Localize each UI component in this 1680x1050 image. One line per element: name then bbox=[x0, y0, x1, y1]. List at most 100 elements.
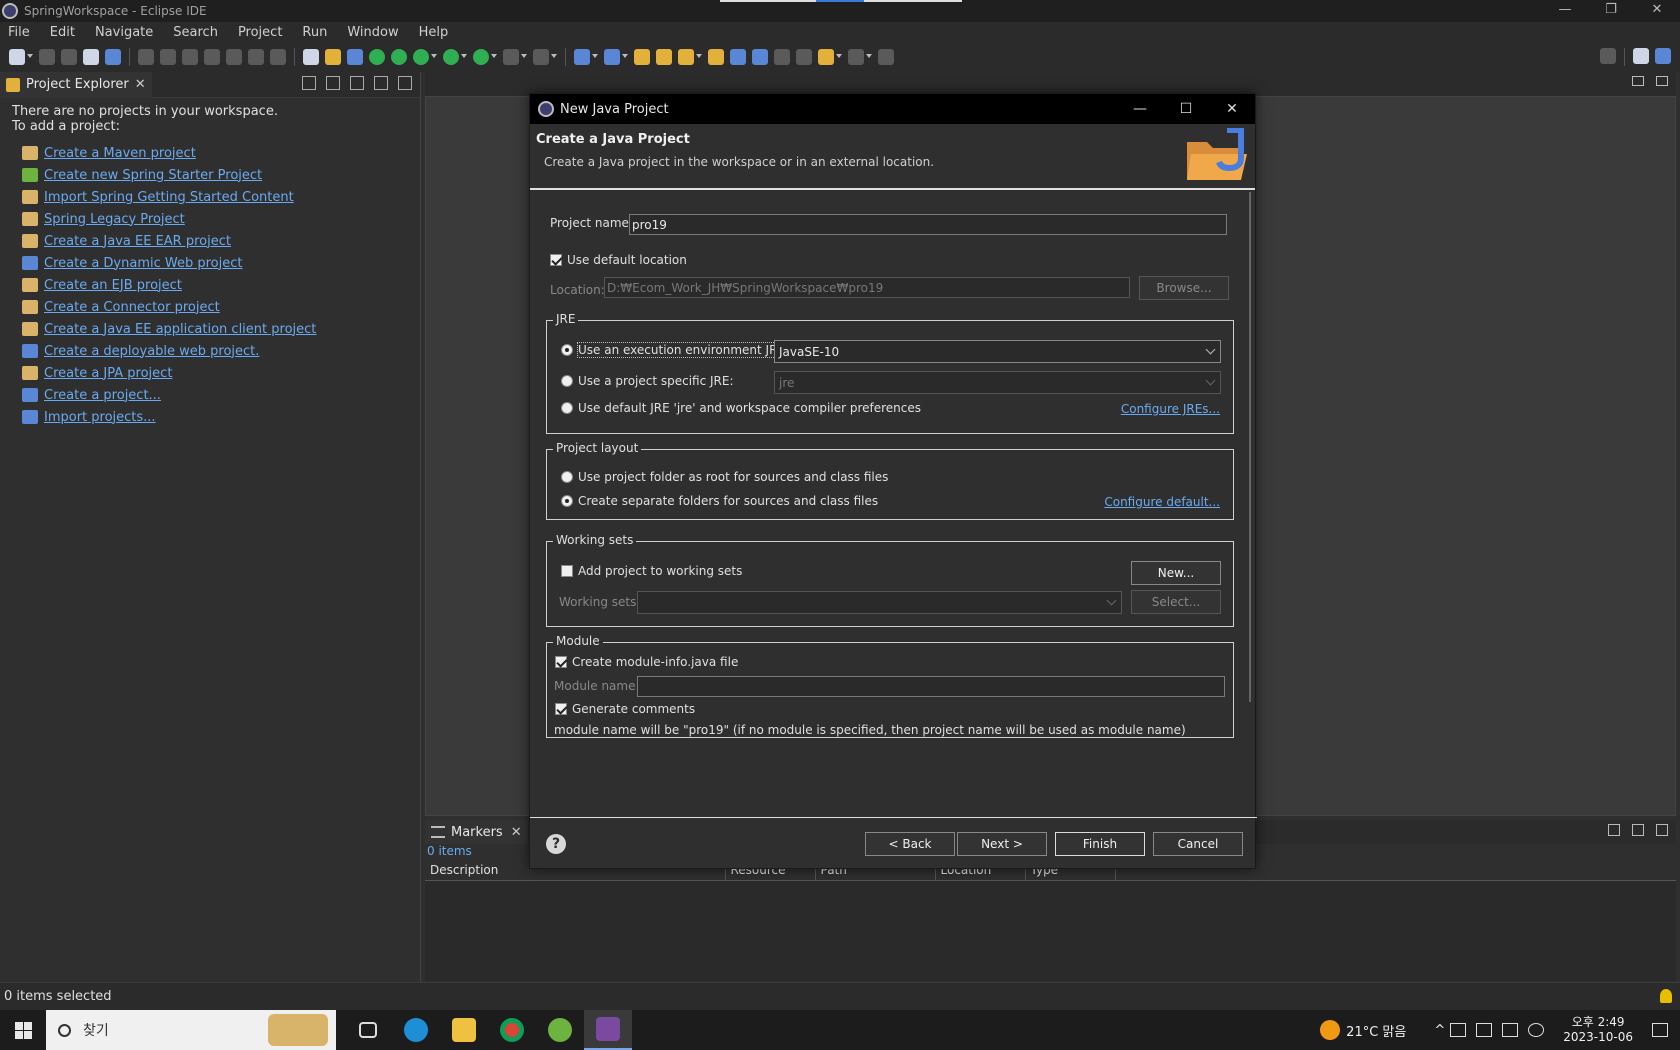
taskbar-file-explorer[interactable] bbox=[440, 1010, 488, 1050]
close-icon[interactable]: ✕ bbox=[135, 77, 146, 92]
tab-markers[interactable]: Markers ✕ bbox=[425, 820, 528, 844]
maximize-icon[interactable] bbox=[1656, 76, 1668, 86]
open-folder-icon[interactable] bbox=[634, 49, 650, 65]
link-import-projects[interactable]: Import projects... bbox=[44, 410, 156, 425]
minimize-icon[interactable]: — bbox=[1117, 94, 1163, 124]
save-icon[interactable] bbox=[39, 49, 55, 65]
view-menu-icon[interactable] bbox=[1608, 824, 1620, 836]
configure-jres-link[interactable]: Configure JREs... bbox=[1121, 402, 1220, 416]
layout-root-radio[interactable] bbox=[561, 471, 573, 483]
globe-icon[interactable] bbox=[730, 49, 746, 65]
menu-help[interactable]: Help bbox=[411, 25, 457, 40]
next-annotation-icon[interactable] bbox=[774, 49, 790, 65]
java-perspective-icon[interactable] bbox=[1655, 48, 1671, 64]
menu-file[interactable]: File bbox=[0, 25, 38, 40]
taskbar-spring-tools[interactable] bbox=[536, 1010, 584, 1050]
module-name-input[interactable] bbox=[637, 676, 1225, 697]
task-view-button[interactable] bbox=[344, 1010, 392, 1050]
working-sets-select[interactable] bbox=[637, 591, 1122, 614]
link-create-project[interactable]: Create a project... bbox=[44, 388, 161, 403]
close-icon[interactable]: ✕ bbox=[1634, 0, 1680, 22]
link-spring-legacy[interactable]: Spring Legacy Project bbox=[44, 212, 185, 227]
coverage-icon[interactable] bbox=[303, 49, 319, 65]
jre-exec-env-select[interactable]: JavaSE-10 bbox=[774, 340, 1221, 363]
new-java-package-icon[interactable] bbox=[574, 49, 590, 65]
volume-icon[interactable] bbox=[1502, 1023, 1519, 1037]
step-return-icon[interactable] bbox=[270, 49, 286, 65]
chevron-down-icon[interactable] bbox=[461, 54, 467, 60]
filter-icon[interactable] bbox=[350, 76, 364, 90]
link-create-spring-starter[interactable]: Create new Spring Starter Project bbox=[44, 168, 262, 183]
taskbar-search[interactable]: 찾기 bbox=[46, 1010, 336, 1050]
minimize-icon[interactable] bbox=[1632, 76, 1644, 86]
new-icon[interactable] bbox=[9, 49, 25, 65]
create-module-info-checkbox[interactable] bbox=[555, 656, 567, 668]
back-button[interactable]: < Back bbox=[865, 832, 955, 856]
resume-icon[interactable] bbox=[138, 49, 154, 65]
link-editor-icon[interactable] bbox=[326, 76, 340, 90]
weather-text[interactable]: 21°C 맑음 bbox=[1346, 1021, 1406, 1040]
menu-search[interactable]: Search bbox=[165, 25, 226, 40]
maximize-icon[interactable]: ☐ bbox=[1163, 94, 1209, 124]
tab-project-explorer[interactable]: Project Explorer ✕ bbox=[0, 71, 152, 98]
jre-project-specific-radio[interactable] bbox=[561, 375, 573, 387]
search-icon[interactable] bbox=[678, 49, 694, 65]
chevron-up-icon[interactable]: ^ bbox=[1434, 1023, 1445, 1038]
next-button[interactable]: Next > bbox=[957, 832, 1047, 856]
chevron-down-icon[interactable] bbox=[431, 54, 437, 60]
finish-button[interactable]: Finish bbox=[1055, 832, 1145, 856]
terminal-icon[interactable] bbox=[83, 49, 99, 65]
notification-icon[interactable] bbox=[1652, 1023, 1668, 1037]
link-create-connector[interactable]: Create a Connector project bbox=[44, 300, 220, 315]
minimize-icon[interactable] bbox=[374, 76, 388, 90]
chevron-down-icon[interactable] bbox=[491, 54, 497, 60]
annotation-icon[interactable] bbox=[752, 49, 768, 65]
spring-boot-icon[interactable] bbox=[369, 49, 385, 65]
search-icon[interactable] bbox=[1600, 48, 1616, 64]
menu-navigate[interactable]: Navigate bbox=[87, 25, 161, 40]
dialog-scrollbar[interactable] bbox=[1249, 192, 1251, 702]
taskbar-edge[interactable] bbox=[392, 1010, 440, 1050]
server-icon[interactable] bbox=[533, 49, 549, 65]
disconnect-icon[interactable] bbox=[204, 49, 220, 65]
new-class-icon[interactable] bbox=[604, 49, 620, 65]
maximize-icon[interactable] bbox=[1656, 824, 1668, 836]
minimize-icon[interactable] bbox=[1632, 824, 1644, 836]
pin-editor-icon[interactable] bbox=[878, 49, 894, 65]
location-input[interactable]: D:₩Ecom_Work_JH₩SpringWorkspace₩pro19 bbox=[604, 277, 1130, 298]
terminate-icon[interactable] bbox=[182, 49, 198, 65]
open-type-icon[interactable] bbox=[325, 49, 341, 65]
select-working-sets-button[interactable]: Select... bbox=[1131, 590, 1221, 614]
chevron-down-icon[interactable] bbox=[521, 54, 527, 60]
taskbar-eclipse[interactable] bbox=[584, 1010, 632, 1050]
chevron-down-icon[interactable] bbox=[836, 54, 842, 60]
close-icon[interactable]: ✕ bbox=[1209, 94, 1255, 124]
open-resource-icon[interactable] bbox=[708, 49, 724, 65]
menu-window[interactable]: Window bbox=[339, 25, 406, 40]
jre-exec-env-radio[interactable] bbox=[561, 344, 573, 356]
chevron-down-icon[interactable] bbox=[592, 54, 598, 60]
status-x-icon[interactable] bbox=[1528, 1023, 1545, 1037]
link-import-spring-content[interactable]: Import Spring Getting Started Content bbox=[44, 190, 294, 205]
chevron-down-icon[interactable] bbox=[696, 54, 702, 60]
add-to-working-sets-checkbox[interactable] bbox=[561, 565, 573, 577]
chevron-down-icon[interactable] bbox=[866, 54, 872, 60]
open-perspective-icon[interactable] bbox=[1633, 48, 1649, 64]
taskbar-chrome[interactable] bbox=[488, 1010, 536, 1050]
step-into-icon[interactable] bbox=[226, 49, 242, 65]
link-create-ear[interactable]: Create a Java EE EAR project bbox=[44, 234, 231, 249]
use-default-location-checkbox[interactable] bbox=[550, 254, 562, 266]
run-icon[interactable] bbox=[443, 49, 459, 65]
hierarchy-icon[interactable] bbox=[347, 49, 363, 65]
debug-icon[interactable] bbox=[413, 49, 429, 65]
minimize-icon[interactable]: — bbox=[1542, 0, 1588, 22]
link-create-app-client[interactable]: Create a Java EE application client proj… bbox=[44, 322, 316, 337]
maximize-icon[interactable] bbox=[398, 76, 412, 90]
jre-project-specific-select[interactable]: jre bbox=[774, 371, 1221, 394]
link-create-jpa[interactable]: Create a JPA project bbox=[44, 366, 172, 381]
new-working-set-button[interactable]: New... bbox=[1131, 561, 1221, 585]
help-icon[interactable]: ? bbox=[546, 834, 566, 854]
run-external-tool-icon[interactable] bbox=[473, 49, 489, 65]
menu-edit[interactable]: Edit bbox=[42, 25, 83, 40]
project-name-input[interactable]: pro19 bbox=[629, 214, 1227, 235]
